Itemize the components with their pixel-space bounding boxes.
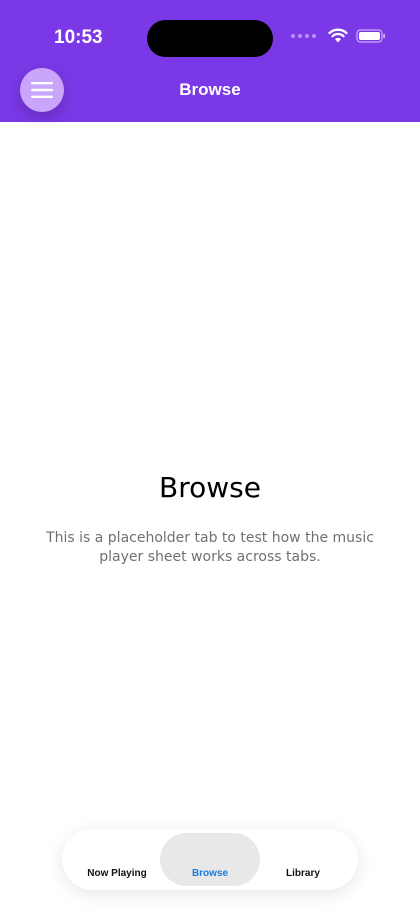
dynamic-island [147, 20, 273, 57]
status-icons [291, 28, 386, 43]
tab-now-playing[interactable]: Now Playing [68, 833, 166, 886]
tab-label: Now Playing [87, 868, 147, 879]
tab-library[interactable]: Library [254, 833, 352, 886]
wifi-icon [328, 28, 348, 43]
battery-icon [356, 28, 385, 43]
tab-bar: Now Playing Browse Library [62, 829, 358, 890]
page-heading: Browse [159, 471, 261, 504]
cellular-signal-icon [291, 33, 316, 38]
tab-label: Library [286, 868, 320, 879]
status-time: 10:53 [54, 27, 103, 48]
tab-label: Browse [191, 868, 229, 879]
tab-browse[interactable]: Browse [160, 833, 260, 886]
page-title: Browse [179, 80, 241, 99]
page-description: This is a placeholder tab to test how th… [46, 530, 374, 565]
header-bar: 10:53 Browse [0, 0, 420, 122]
